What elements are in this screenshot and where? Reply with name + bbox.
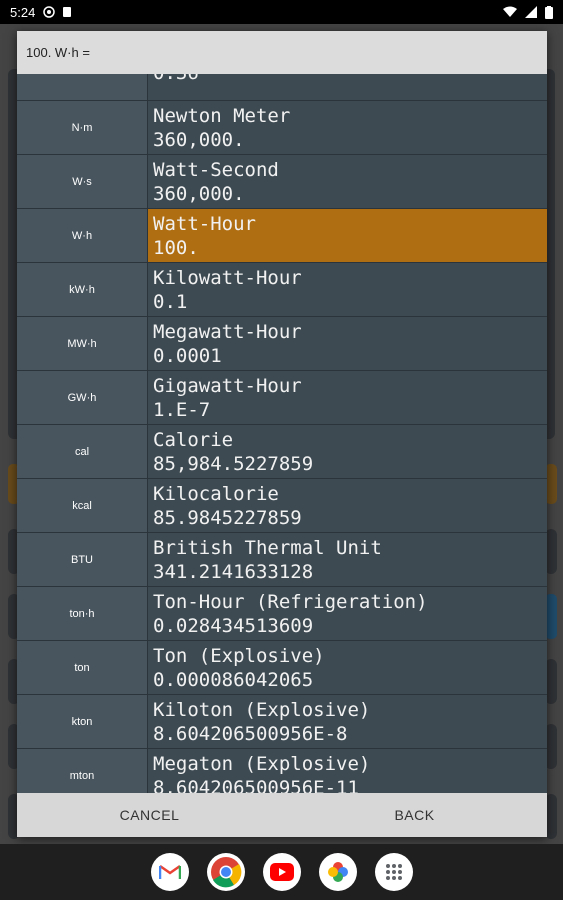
status-bar: 5:24 — [0, 0, 563, 24]
unit-symbol: W·h — [17, 209, 148, 262]
battery-icon — [545, 5, 553, 19]
chrome-icon[interactable] — [206, 853, 245, 891]
unit-name: Newton Meter — [153, 105, 291, 127]
unit-info: Gigawatt-Hour 1.E-7 — [148, 371, 547, 424]
conversion-list-inner: 0.36N·mNewton Meter360,000.W·sWatt-Secon… — [17, 74, 547, 793]
conversion-row[interactable]: W·h Watt-Hour 100. — [17, 209, 547, 263]
unit-info: 0.36 — [148, 74, 547, 100]
conversion-row[interactable]: W·s Watt-Second 360,000. — [17, 155, 547, 209]
unit-info: Watt-Second 360,000. — [148, 155, 547, 208]
unit-info: Ton (Explosive) 0.000086042065 — [148, 641, 547, 694]
unit-name: Watt-Hour — [153, 213, 256, 235]
unit-info: Calorie 85,984.5227859 — [148, 425, 547, 478]
unit-name: Gigawatt-Hour — [153, 375, 302, 397]
unit-symbol: kton — [17, 695, 148, 748]
unit-value: 8.604206500956E-11 — [153, 777, 359, 793]
conversion-row[interactable]: N·m Newton Meter 360,000. — [17, 101, 547, 155]
unit-info: Kiloton (Explosive) 8.604206500956E-8 — [148, 695, 547, 748]
signal-icon — [525, 6, 537, 18]
unit-symbol: W·s — [17, 155, 148, 208]
unit-name: Kiloton (Explosive) — [153, 699, 371, 721]
unit-value: 0.36 — [153, 74, 542, 85]
unit-info: Megawatt-Hour 0.0001 — [148, 317, 547, 370]
unit-symbol: GW·h — [17, 371, 148, 424]
wifi-icon — [503, 6, 517, 17]
unit-value: 0.000086042065 — [153, 669, 314, 691]
unit-symbol: BTU — [17, 533, 148, 586]
unit-name: British Thermal Unit — [153, 537, 382, 559]
conversion-row[interactable]: ton Ton (Explosive) 0.000086042065 — [17, 641, 547, 695]
cancel-button[interactable]: CANCEL — [17, 793, 282, 837]
unit-value: 1.E-7 — [153, 399, 211, 421]
unit-name: Megaton (Explosive) — [153, 753, 371, 775]
unit-symbol: ton·h — [17, 587, 148, 640]
conversion-row[interactable]: kton Kiloton (Explosive) 8.604206500956E-8 — [17, 695, 547, 749]
status-time: 5:24 — [10, 4, 36, 20]
dialog-buttons: CANCEL BACK — [17, 793, 547, 837]
unit-info: Watt-Hour 100. — [148, 209, 547, 262]
unit-symbol: MW·h — [17, 317, 148, 370]
unit-symbol: kcal — [17, 479, 148, 532]
unit-value: 85,984.5227859 — [153, 453, 314, 475]
unit-symbol: N·m — [17, 101, 148, 154]
unit-name: Ton (Explosive) — [153, 645, 325, 667]
conversion-row[interactable]: kcal Kilocalorie 85.9845227859 — [17, 479, 547, 533]
unit-value: 8.604206500956E-8 — [153, 723, 348, 745]
unit-symbol: mton — [17, 749, 148, 793]
conversion-dialog: 100. W·h = 0.36N·mNewton Meter360,000.W·… — [17, 31, 547, 837]
conversion-row[interactable]: mton Megaton (Explosive) 8.604206500956E-1… — [17, 749, 547, 793]
unit-info: Kilocalorie 85.9845227859 — [148, 479, 547, 532]
unit-value: 0.0001 — [153, 345, 222, 367]
youtube-icon[interactable] — [262, 853, 301, 891]
gmail-icon[interactable] — [150, 853, 189, 891]
unit-info: Kilowatt-Hour 0.1 — [148, 263, 547, 316]
unit-symbol: ton — [17, 641, 148, 694]
unit-info: Megaton (Explosive) 8.604206500956E-11 — [148, 749, 547, 793]
unit-name: Megawatt-Hour — [153, 321, 302, 343]
unit-symbol: kW·h — [17, 263, 148, 316]
app-drawer-icon[interactable] — [374, 853, 413, 891]
conversion-row[interactable]: cal Calorie 85,984.5227859 — [17, 425, 547, 479]
unit-name: Watt-Second — [153, 159, 279, 181]
unit-symbol: cal — [17, 425, 148, 478]
unit-value: 85.9845227859 — [153, 507, 302, 529]
unit-name: Kilowatt-Hour — [153, 267, 302, 289]
unit-value: 0.1 — [153, 291, 188, 313]
unit-info: Newton Meter 360,000. — [148, 101, 547, 154]
unit-value: 100. — [153, 237, 199, 259]
back-button[interactable]: BACK — [282, 793, 547, 837]
photos-icon[interactable] — [318, 853, 357, 891]
conversion-list[interactable]: 0.36N·mNewton Meter360,000.W·sWatt-Secon… — [17, 74, 547, 793]
unit-symbol — [17, 74, 148, 100]
conversion-row[interactable]: kW·h Kilowatt-Hour 0.1 — [17, 263, 547, 317]
unit-value: 0.028434513609 — [153, 615, 314, 637]
dock-bar — [0, 844, 563, 900]
storage-notification-icon — [63, 7, 72, 17]
dialog-title: 100. W·h = — [17, 31, 547, 74]
unit-name: Ton-Hour (Refrigeration) — [153, 591, 428, 613]
unit-name: Calorie — [153, 429, 234, 451]
settings-notification-icon — [43, 6, 56, 18]
unit-value: 360,000. — [153, 183, 245, 205]
conversion-row[interactable]: ton·h Ton-Hour (Refrigeration) 0.028434513… — [17, 587, 547, 641]
unit-info: Ton-Hour (Refrigeration) 0.028434513609 — [148, 587, 547, 640]
unit-value: 341.2141633128 — [153, 561, 314, 583]
conversion-row[interactable]: 0.36 — [17, 74, 547, 101]
conversion-row[interactable]: MW·h Megawatt-Hour 0.0001 — [17, 317, 547, 371]
conversion-row[interactable]: BTU British Thermal Unit 341.2141633128 — [17, 533, 547, 587]
unit-info: British Thermal Unit 341.2141633128 — [148, 533, 547, 586]
unit-name: Kilocalorie — [153, 483, 279, 505]
conversion-row[interactable]: GW·h Gigawatt-Hour 1.E-7 — [17, 371, 547, 425]
unit-value: 360,000. — [153, 129, 245, 151]
